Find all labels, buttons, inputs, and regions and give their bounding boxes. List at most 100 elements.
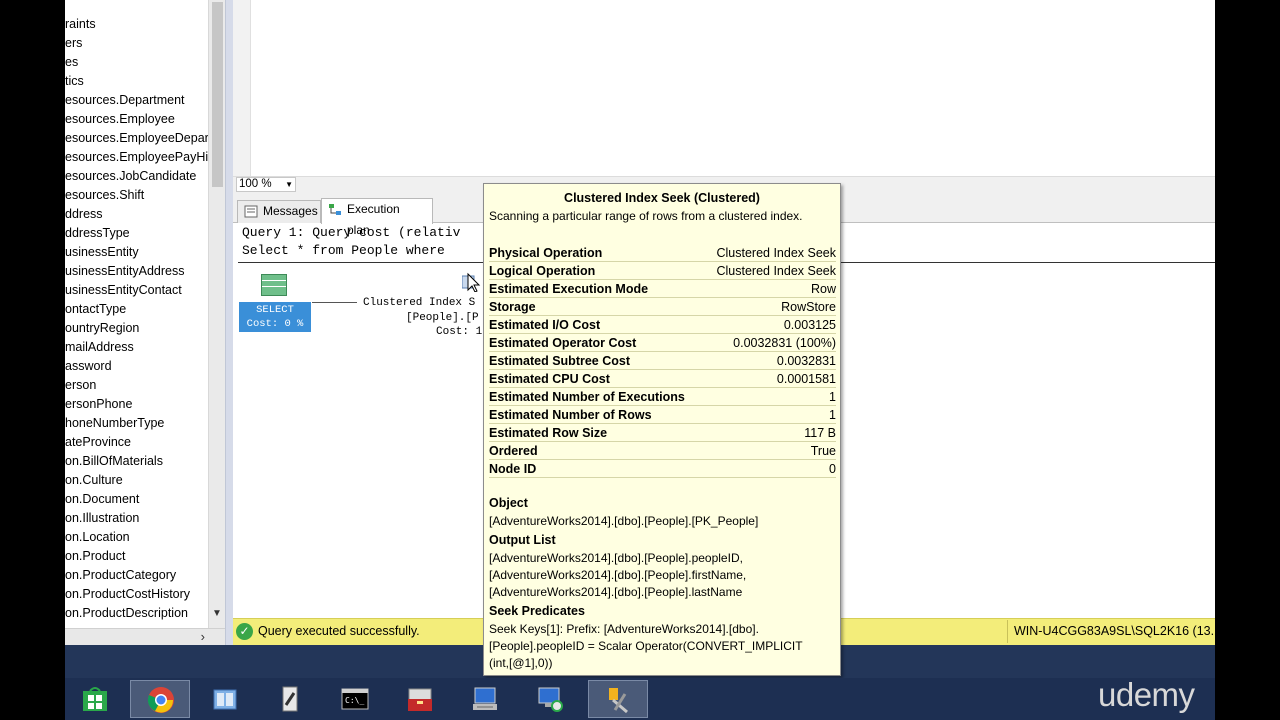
property-value: 1 <box>829 408 836 422</box>
tooltip-seek-line: (int,[@1],0)) <box>489 656 553 670</box>
scroll-down-icon[interactable]: ▼ <box>212 608 222 619</box>
property-key: Estimated Number of Executions <box>489 390 685 404</box>
tree-item[interactable]: esources.Employee <box>65 110 175 129</box>
svg-text:C:\_: C:\_ <box>345 696 364 705</box>
tooltip-property-row: Estimated Subtree Cost 0.0032831 <box>489 352 836 370</box>
property-value: 0.0032831 <box>776 354 836 368</box>
tooltip-property-row: Physical Operation Clustered Index Seek <box>489 244 836 262</box>
tree-item[interactable]: on.BillOfMaterials <box>65 452 163 471</box>
tree-item[interactable]: tics <box>65 72 84 91</box>
tooltip-property-row: Estimated CPU Cost 0.0001581 <box>489 370 836 388</box>
tooltip-object-value: [AdventureWorks2014].[dbo].[People].[PK_… <box>489 514 759 528</box>
tree-item[interactable]: ontactType <box>65 300 126 319</box>
property-key: Estimated Operator Cost <box>489 336 637 350</box>
tooltip-property-row: Ordered True <box>489 442 836 460</box>
execution-plan-icon <box>329 204 341 215</box>
tree-item[interactable]: erson <box>65 376 96 395</box>
property-value: 1 <box>829 390 836 404</box>
remote-desktop-icon <box>538 687 563 712</box>
tooltip-description: Scanning a particular range of rows from… <box>489 209 803 223</box>
tree-item[interactable]: on.Culture <box>65 471 123 490</box>
tree-item[interactable]: mailAddress <box>65 338 134 357</box>
editor-gutter <box>233 0 251 176</box>
scroll-right-icon[interactable]: › <box>201 629 205 645</box>
tree-item[interactable]: ddress <box>65 205 103 224</box>
tree-item[interactable]: on.Product <box>65 547 125 566</box>
property-key: Estimated Number of Rows <box>489 408 652 422</box>
property-value: 117 B <box>804 426 836 440</box>
pane-splitter[interactable] <box>225 0 233 645</box>
tree-item[interactable]: ountryRegion <box>65 319 139 338</box>
property-key: Node ID <box>489 462 537 476</box>
tree-item[interactable]: on.ProductCostHistory <box>65 585 190 604</box>
tree-item[interactable]: ers <box>65 34 82 53</box>
explorer-vertical-scrollbar[interactable]: ▼ <box>208 0 225 628</box>
select-label: SELECT <box>256 304 294 316</box>
tree-item[interactable]: esources.Shift <box>65 186 144 205</box>
tree-item[interactable]: on.ProductDescription <box>65 604 188 623</box>
property-key: Estimated I/O Cost <box>489 318 601 332</box>
chevron-down-icon: ▼ <box>285 180 293 189</box>
store-icon <box>83 687 107 711</box>
property-value: RowStore <box>781 300 836 314</box>
select-operator-label[interactable]: SELECT Cost: 0 % <box>239 302 311 332</box>
query-cost-line: Query 1: Query cost (relativ <box>242 225 461 240</box>
toolbox-icon <box>408 688 432 711</box>
tree-item[interactable]: on.Illustration <box>65 509 139 528</box>
tree-item[interactable]: esources.JobCandidate <box>65 167 196 186</box>
right-black-border <box>1215 0 1280 720</box>
tooltip-seek-heading: Seek Predicates <box>489 604 585 618</box>
property-value: 0.0032831 (100%) <box>733 336 836 350</box>
taskbar-toolbox-button[interactable] <box>390 680 450 718</box>
status-message: Query executed successfully. <box>258 624 420 638</box>
tooltip-property-row: Estimated Number of Rows 1 <box>489 406 836 424</box>
tree-item[interactable]: ateProvince <box>65 433 131 452</box>
tooltip-property-row: Estimated Execution Mode Row <box>489 280 836 298</box>
tree-item[interactable]: ddressType <box>65 224 130 243</box>
taskbar-explorer-button[interactable] <box>195 680 255 718</box>
tree-item[interactable]: usinessEntityContact <box>65 281 182 300</box>
tree-item[interactable]: raints <box>65 15 96 34</box>
ssms-config-icon <box>282 686 298 712</box>
tooltip-seek-line: [People].peopleID = Scalar Operator(CONV… <box>489 639 803 653</box>
tab-execution-plan[interactable]: Execution plan <box>321 198 433 237</box>
tree-item[interactable]: honeNumberType <box>65 414 164 433</box>
taskbar-cmd-button[interactable]: C:\_ <box>325 680 385 718</box>
tree-item[interactable]: assword <box>65 357 112 376</box>
tab-messages[interactable]: Messages <box>237 200 321 223</box>
tree-item[interactable]: on.ProductCategory <box>65 566 176 585</box>
tree-item[interactable]: esources.EmployeeDepart <box>65 129 210 148</box>
property-key: Estimated Execution Mode <box>489 282 649 296</box>
taskbar-config-button[interactable] <box>260 680 320 718</box>
tree-item[interactable]: on.Document <box>65 490 139 509</box>
scrollbar-thumb[interactable] <box>212 2 223 187</box>
property-key: Estimated CPU Cost <box>489 372 610 386</box>
taskbar-store-button[interactable] <box>65 680 125 718</box>
select-operator-icon[interactable] <box>261 274 287 296</box>
taskbar-network-button[interactable] <box>455 680 515 718</box>
tree-item[interactable]: usinessEntity <box>65 243 139 262</box>
property-value: Clustered Index Seek <box>716 264 836 278</box>
select-cost: Cost: 0 % <box>246 318 304 330</box>
property-key: Estimated Subtree Cost <box>489 354 631 368</box>
plan-connector <box>312 302 357 303</box>
tree-item[interactable]: es <box>65 53 78 72</box>
tree-item[interactable]: usinessEntityAddress <box>65 262 185 281</box>
taskbar-remote-desktop-button[interactable] <box>520 680 580 718</box>
taskbar-ssms-button[interactable] <box>588 680 648 718</box>
tree-item[interactable]: on.Location <box>65 528 130 547</box>
explorer-horizontal-scrollbar[interactable]: › <box>65 628 225 645</box>
tree-item[interactable]: esources.EmployeePayHis <box>65 148 210 167</box>
property-value: Row <box>810 282 836 296</box>
taskbar-chrome-button[interactable] <box>130 680 190 718</box>
tree-item[interactable]: ersonPhone <box>65 395 132 414</box>
tree-item[interactable]: esources.Department <box>65 91 185 110</box>
tooltip-output-line: [AdventureWorks2014].[dbo].[People].peop… <box>489 551 743 565</box>
object-explorer-tree[interactable]: raints ers es tics esources.Department esourc… <box>65 0 210 628</box>
zoom-dropdown[interactable]: 100 % ▼ <box>236 177 296 192</box>
clustered-index-seek-icon[interactable] <box>462 270 484 292</box>
property-value: Clustered Index Seek <box>716 246 836 260</box>
query-editor[interactable] <box>233 0 1215 176</box>
tooltip-property-row: Estimated I/O Cost 0.003125 <box>489 316 836 334</box>
tooltip-object-heading: Object <box>489 496 528 510</box>
